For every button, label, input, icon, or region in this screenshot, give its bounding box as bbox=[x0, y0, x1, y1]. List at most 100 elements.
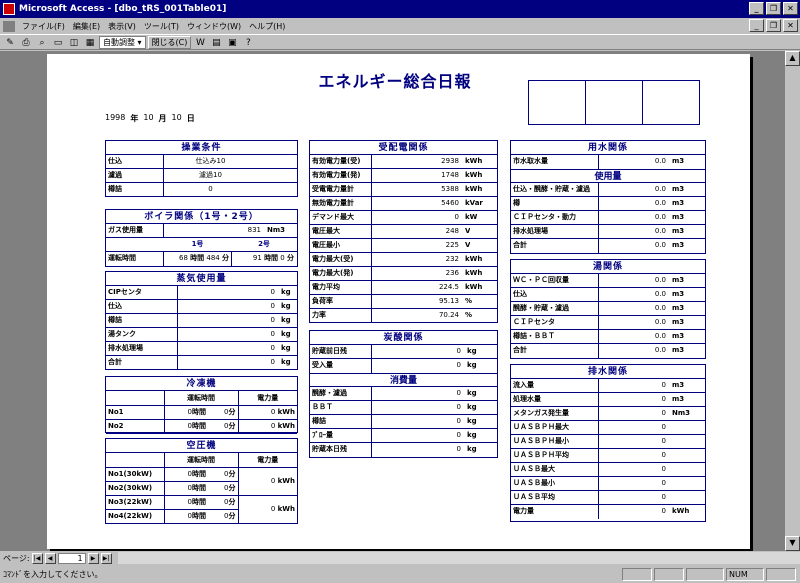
row-value: 0.0 bbox=[654, 332, 666, 340]
menu-window[interactable]: ウィンドウ(W) bbox=[183, 21, 245, 32]
row-unit: V bbox=[465, 241, 471, 249]
menu-help[interactable]: ヘルプ(H) bbox=[245, 21, 289, 32]
office-links-icon[interactable]: W bbox=[193, 36, 207, 49]
row-value: 831 bbox=[247, 226, 261, 234]
print-preview-area[interactable]: エネルギー総合日報 1998 年 10 月 10 日 操業条件 仕込 仕込み10 濾… bbox=[0, 51, 800, 551]
minutes-unit: 分 bbox=[287, 254, 294, 262]
row-label: ＣＩＰセンタ・動力 bbox=[511, 211, 599, 224]
scroll-down-icon[interactable]: ▼ bbox=[785, 536, 800, 551]
status-bar: ｺﾏﾝﾄﾞを入力してください。 NUM bbox=[0, 566, 800, 583]
row-unit: m3 bbox=[672, 227, 685, 235]
row-label: ＵＡＳＢ最大 bbox=[511, 463, 599, 476]
prev-page-icon[interactable]: ◀ bbox=[44, 552, 56, 564]
row-value: 0 bbox=[661, 409, 666, 417]
row-value: 0 bbox=[270, 316, 275, 324]
access-app-icon[interactable] bbox=[3, 3, 15, 15]
table-row: デマンド最大 0 kW bbox=[310, 211, 497, 225]
zoom-select[interactable]: 自動調整 ▾ bbox=[99, 35, 146, 49]
zoom-value: 自動調整 bbox=[103, 37, 135, 47]
new-object-icon[interactable]: ▣ bbox=[225, 36, 239, 49]
print-icon[interactable]: ⎙ bbox=[19, 36, 33, 49]
row-unit: m3 bbox=[672, 276, 685, 284]
multiple-pages-icon[interactable]: ▦ bbox=[83, 36, 97, 49]
page-number-input[interactable]: 1 bbox=[57, 552, 86, 564]
next-page-icon[interactable]: ▶ bbox=[87, 552, 99, 564]
doc-icon[interactable] bbox=[3, 20, 15, 32]
help-icon[interactable]: ? bbox=[241, 36, 255, 49]
close-button[interactable]: 閉じる(C) bbox=[147, 35, 192, 49]
row-value: 0 bbox=[454, 213, 459, 221]
one-page-icon[interactable]: ▭ bbox=[51, 36, 65, 49]
minimize-icon[interactable]: _ bbox=[749, 2, 764, 15]
doc-minimize-icon[interactable]: _ bbox=[749, 19, 764, 32]
menu-view[interactable]: 表示(V) bbox=[104, 21, 140, 32]
row-unit: V bbox=[465, 227, 471, 235]
row-unit: kW bbox=[465, 213, 478, 221]
table-row: No1(30kW) 0時間 0分 0 kWh bbox=[106, 466, 297, 496]
row-unit bbox=[669, 421, 672, 434]
table-row: 樽詰 0 kg bbox=[106, 314, 297, 328]
table-row: 合計 0 kg bbox=[106, 356, 297, 370]
row-unit: kWh bbox=[465, 185, 483, 193]
row-unit: m3 bbox=[672, 157, 685, 165]
row-label: 市水取水量 bbox=[511, 155, 599, 169]
doc-close-icon[interactable]: ✕ bbox=[783, 19, 798, 32]
row-value: 0.0 bbox=[654, 185, 666, 193]
row-unit: m3 bbox=[672, 395, 685, 403]
row-unit: Nm3 bbox=[267, 226, 286, 234]
table-row: ＵＡＳＢＰＨ平均 0 bbox=[511, 449, 705, 463]
horizontal-scrollbar[interactable] bbox=[117, 552, 800, 564]
zoom-icon[interactable]: ⌕ bbox=[35, 36, 49, 49]
section-title: 用水関係 bbox=[511, 141, 705, 155]
close-icon[interactable]: ✕ bbox=[783, 2, 798, 15]
design-view-icon[interactable]: ✎ bbox=[3, 36, 17, 49]
row-unit: m3 bbox=[672, 304, 685, 312]
row-value: 0.0 bbox=[654, 241, 666, 249]
row-value: 0.0 bbox=[654, 276, 666, 284]
table-row: ﾌﾟﾛｰ量 0 kg bbox=[310, 429, 497, 443]
stamp-box-2 bbox=[586, 81, 643, 124]
runtime-hours-cell: 0時間 bbox=[163, 466, 208, 482]
status-text: ｺﾏﾝﾄﾞを入力してください。 bbox=[3, 570, 103, 579]
table-row: 濾過 濾過10 bbox=[106, 169, 297, 183]
table-row: No2 0時間 0分 0 kWh bbox=[106, 418, 297, 434]
table-row: 湯タンク 0 kg bbox=[106, 328, 297, 342]
row-unit: kWh bbox=[465, 283, 483, 291]
table-row: 合計 0.0 m3 bbox=[511, 344, 705, 358]
date-year-unit: 年 bbox=[130, 114, 139, 123]
menu-bar: ファイル(F) 編集(E) 表示(V) ツール(T) ウィンドウ(W) ヘルプ(… bbox=[0, 18, 800, 34]
last-page-icon[interactable]: ▶| bbox=[100, 552, 112, 564]
row-label: 排水処理場 bbox=[106, 342, 178, 355]
row-label: 電力量 bbox=[511, 505, 599, 519]
two-pages-icon[interactable]: ◫ bbox=[67, 36, 81, 49]
row-value: 0.0 bbox=[654, 227, 666, 235]
database-window-icon[interactable]: ▤ bbox=[209, 36, 223, 49]
table-row: 樽 0.0 m3 bbox=[511, 197, 705, 211]
row-label: 力率 bbox=[310, 309, 372, 323]
approval-stamp-boxes bbox=[528, 80, 700, 125]
restore-icon[interactable]: ❐ bbox=[766, 2, 781, 15]
row-value: 232 bbox=[445, 255, 459, 263]
row-value: 95.13 bbox=[438, 297, 459, 305]
menu-tools[interactable]: ツール(T) bbox=[140, 21, 183, 32]
runtime-hours-cell: 0時間 bbox=[163, 480, 208, 496]
row-label: CIPセンタ bbox=[106, 286, 178, 299]
table-row: ＵＡＳＢ最大 0 bbox=[511, 463, 705, 477]
vertical-scrollbar[interactable]: ▲ ▼ bbox=[785, 51, 800, 551]
menu-edit[interactable]: 編集(E) bbox=[69, 21, 104, 32]
row-label: No3(22kW) bbox=[106, 494, 165, 510]
boiler-runtime-row: 運転時間 68 時間 484 分 91 時間 0 分 bbox=[106, 252, 297, 266]
first-page-icon[interactable]: |◀ bbox=[31, 552, 43, 564]
power-cell: 0 kWh bbox=[237, 466, 297, 496]
row-value: 0 bbox=[456, 347, 461, 355]
row-unit: kg bbox=[281, 302, 291, 310]
doc-restore-icon[interactable]: ❐ bbox=[766, 19, 781, 32]
row-label: ﾌﾟﾛｰ量 bbox=[310, 429, 372, 442]
table-row: 力率 70.24% bbox=[310, 309, 497, 323]
scroll-up-icon[interactable]: ▲ bbox=[785, 51, 800, 66]
hours-unit: 時間 bbox=[192, 408, 206, 416]
row-unit: m3 bbox=[672, 318, 685, 326]
row-value: 0 bbox=[270, 288, 275, 296]
menu-file[interactable]: ファイル(F) bbox=[18, 21, 69, 32]
table-row: 電圧最小 225 V bbox=[310, 239, 497, 253]
